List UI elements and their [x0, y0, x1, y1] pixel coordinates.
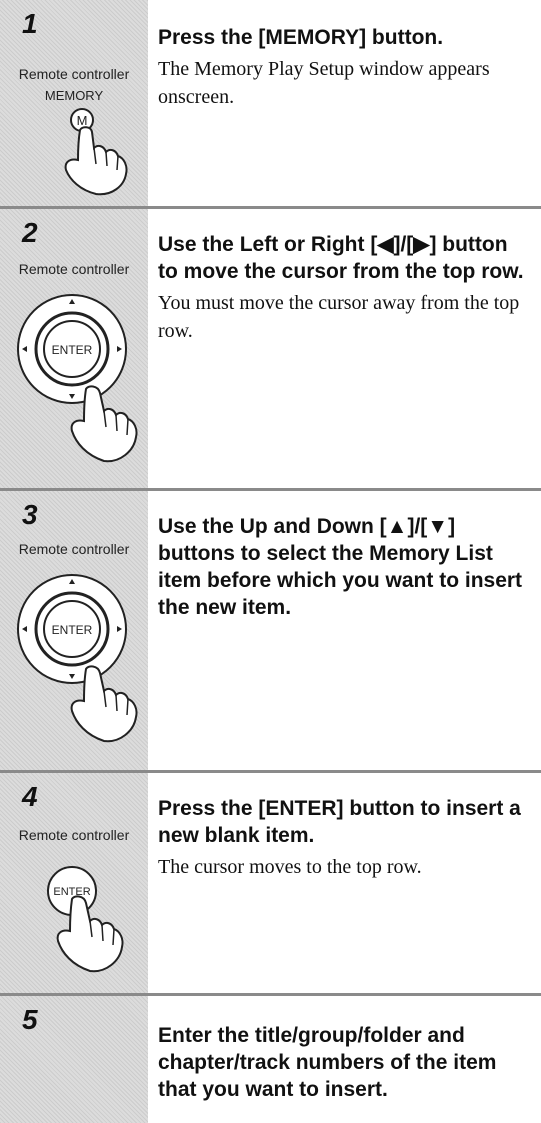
enter-button-label: ENTER	[53, 886, 90, 898]
step-1-body: The Memory Play Setup window appears ons…	[158, 58, 490, 108]
step-5-heading: Enter the title/group/folder and chapter…	[158, 1024, 497, 1101]
step-number: 3	[22, 499, 38, 530]
memory-button-letter: M	[77, 113, 88, 128]
enter-button-label: ENTER	[52, 623, 93, 637]
hand-on-cursor-pad-icon: ENTER	[17, 574, 138, 743]
step-2: 2 Remote controller ENTER Use the Left o…	[0, 209, 541, 488]
remote-controller-label: Remote controller	[18, 261, 130, 277]
step-4: 4 Remote controller ENTER Press the [ENT…	[0, 773, 541, 993]
step-number: 2	[22, 217, 38, 248]
remote-controller-label: Remote controller	[18, 66, 130, 82]
hand-on-cursor-pad-icon: ENTER	[17, 294, 138, 463]
remote-controller-label: Remote controller	[18, 827, 130, 843]
step-2-body: You must move the cursor away from the t…	[158, 292, 520, 342]
step-3-illustration-panel: 3 Remote controller ENTER	[0, 491, 148, 770]
step-5: 5 Enter the title/group/folder and chapt…	[0, 996, 541, 1123]
step-number: 1	[22, 8, 38, 39]
step-3-heading: Use the Up and Down [▲]/[▼] buttons to s…	[158, 515, 523, 619]
remote-controller-label: Remote controller	[18, 541, 130, 557]
step-1-illustration-panel: 1 Remote controller MEMORY M	[0, 0, 148, 206]
step-1-heading: Press the [MEMORY] button.	[158, 26, 444, 49]
step-4-illustration-panel: 4 Remote controller ENTER	[0, 773, 148, 993]
step-3: 3 Remote controller ENTER Use the Up and…	[0, 491, 541, 770]
step-5-illustration-panel: 5	[0, 996, 148, 1123]
step-4-heading: Press the [ENTER] button to insert a new…	[158, 797, 521, 847]
step-number: 4	[22, 781, 38, 812]
step-4-body: The cursor moves to the top row.	[158, 856, 422, 878]
hand-pressing-enter-button-icon: ENTER	[47, 866, 124, 973]
step-1: 1 Remote controller MEMORY M Press the […	[0, 0, 541, 206]
enter-button-label: ENTER	[52, 343, 93, 357]
step-2-heading: Use the Left or Right [◀]/[▶] button to …	[158, 233, 524, 283]
manual-page: 1 Remote controller MEMORY M Press the […	[0, 0, 541, 1123]
hand-pressing-memory-button-icon: M	[64, 108, 128, 196]
step-number: 5	[22, 1004, 38, 1035]
step-2-illustration-panel: 2 Remote controller ENTER	[0, 209, 148, 488]
